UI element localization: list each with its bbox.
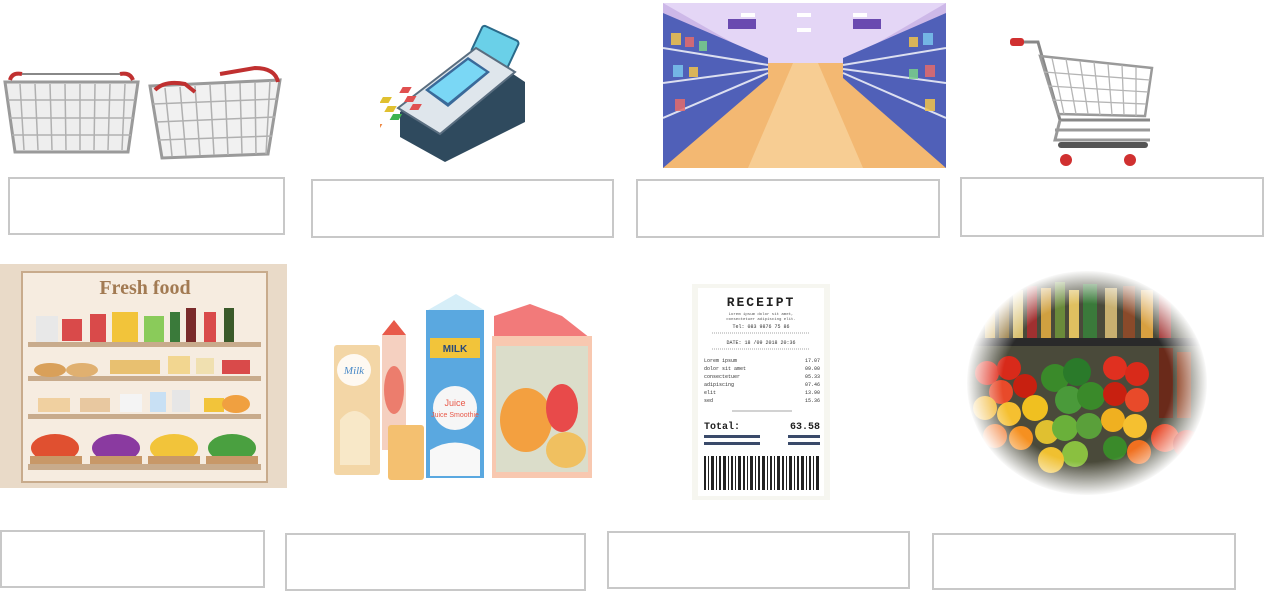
receipt-item-price: 15.36 xyxy=(805,398,820,404)
receipt-image: RECEIPT Lorem ipsum dolor sit amet, cons… xyxy=(692,284,830,500)
receipt-item-name: adipiscing xyxy=(704,382,734,388)
shelves-image: Fresh food xyxy=(0,264,287,488)
receipt-item-price: 17.07 xyxy=(805,358,820,364)
trolley-image xyxy=(1000,30,1190,178)
milk-pack-label: Milk xyxy=(343,365,365,377)
answer-box-produce[interactable] xyxy=(932,533,1236,590)
receipt-item-name: sed xyxy=(704,398,713,404)
drinks-image: Milk MILK Juice Juice Smoothie xyxy=(330,290,594,482)
receipt-item-name: Lorem ipsum xyxy=(704,358,737,364)
answer-box-aisle[interactable] xyxy=(636,179,940,238)
receipt-lorem-1: Lorem ipsum dolor sit amet, xyxy=(729,312,794,317)
receipt-item-name: elit xyxy=(704,390,716,396)
receipt-total-value: 63.58 xyxy=(790,422,820,433)
receipt-total-label: Total: xyxy=(704,421,740,433)
card-terminal-image xyxy=(359,12,550,172)
receipt-item-price: 09.00 xyxy=(805,366,820,372)
answer-box-drinks[interactable] xyxy=(285,533,586,591)
answer-box-receipt[interactable] xyxy=(607,531,910,589)
receipt-item-price: 07.46 xyxy=(805,382,820,388)
milk-carton-label: MILK xyxy=(443,344,468,355)
juice-label: Juice xyxy=(444,398,465,408)
smoothie-label: Juice Smoothie xyxy=(431,412,479,419)
receipt-item-price: 05.33 xyxy=(805,374,820,380)
answer-box-basket[interactable] xyxy=(8,177,285,235)
shelf-sign: Fresh food xyxy=(99,277,190,299)
supermarket-aisle-image xyxy=(663,3,946,168)
receipt-lorem-2: consectetuer adipiscing elit. xyxy=(726,317,796,322)
answer-box-card-terminal[interactable] xyxy=(311,179,614,238)
produce-image xyxy=(965,268,1210,498)
receipt-item-name: dolor sit amet xyxy=(704,366,746,372)
answer-box-shelves[interactable] xyxy=(0,530,265,588)
answer-box-trolley[interactable] xyxy=(960,177,1264,237)
receipt-title: RECEIPT xyxy=(727,295,796,310)
receipt-date: DATE: 18 /09 2018 20:36 xyxy=(726,340,795,346)
receipt-tel: Tel: 083 9876 75 86 xyxy=(732,324,789,330)
basket-image xyxy=(0,60,290,170)
receipt-item-price: 13.90 xyxy=(805,390,820,396)
receipt-item-name: consectetuer xyxy=(704,374,740,380)
